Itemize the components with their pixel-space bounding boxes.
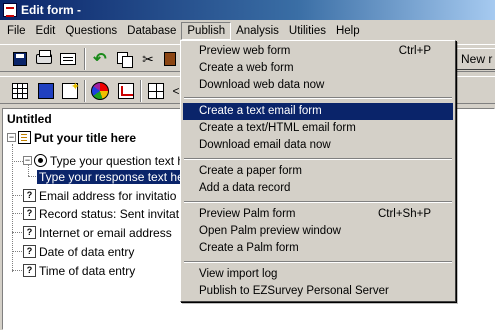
field-icon: ? — [23, 264, 36, 277]
copy-icon — [117, 52, 133, 68]
menu-item-download-email-data[interactable]: Download email data now — [183, 137, 453, 154]
field-icon: ? — [23, 207, 36, 220]
menu-separator — [184, 97, 452, 99]
pie-chart-button[interactable] — [90, 81, 110, 101]
form-icon — [60, 53, 76, 65]
new-item-button[interactable] — [60, 80, 80, 101]
tree-connector — [12, 270, 22, 271]
grid-button[interactable] — [10, 81, 30, 101]
menu-item-publish-ezsurvey-server[interactable]: Publish to EZSurvey Personal Server — [183, 283, 453, 300]
menu-item-preview-web-form[interactable]: Preview web form Ctrl+P — [183, 43, 453, 60]
tree-response[interactable]: Type your response text he — [37, 168, 186, 185]
save-button[interactable] — [10, 49, 30, 69]
paste-icon — [164, 52, 176, 66]
cut-button[interactable]: ✂ — [138, 49, 158, 69]
menu-item-preview-palm-form[interactable]: Preview Palm form Ctrl+Sh+P — [183, 206, 453, 223]
field-icon: ? — [23, 245, 36, 258]
menu-database[interactable]: Database — [122, 22, 181, 40]
radio-question-icon — [34, 154, 47, 167]
menu-bar: File Edit Questions Database Publish Ana… — [0, 21, 495, 41]
menu-item-create-paper-form[interactable]: Create a paper form — [183, 163, 453, 180]
tree-field-date-entry[interactable]: ? Date of data entry — [23, 243, 134, 260]
tree-root[interactable]: Put your title here — [18, 129, 136, 146]
tree-connector — [12, 144, 13, 272]
menu-item-create-palm-form[interactable]: Create a Palm form — [183, 240, 453, 257]
menu-item-download-web-data[interactable]: Download web data now — [183, 77, 453, 94]
arrow-icon: < — [172, 84, 180, 98]
undo-button[interactable]: ↶ — [90, 49, 110, 69]
report-icon — [118, 83, 134, 99]
toolbar-separator — [140, 80, 142, 102]
book-button[interactable] — [36, 81, 56, 101]
form-name: Untitled — [7, 112, 52, 126]
cut-icon: ✂ — [142, 50, 154, 67]
form-button[interactable] — [58, 49, 78, 69]
title-bar: Edit form - — [0, 0, 495, 20]
menu-utilities[interactable]: Utilities — [284, 22, 331, 40]
menu-edit[interactable]: Edit — [31, 22, 61, 40]
frame-icon — [148, 83, 164, 99]
menu-separator — [184, 261, 452, 263]
field-icon: ? — [23, 189, 36, 202]
menu-file[interactable]: File — [2, 22, 31, 40]
copy-button[interactable] — [114, 49, 134, 69]
toolbar-separator — [84, 48, 86, 70]
menu-item-create-text-email-form[interactable]: Create a text email form — [183, 103, 453, 120]
paste-button[interactable] — [160, 49, 180, 69]
tree-connector — [12, 213, 22, 214]
new-button[interactable]: New r — [456, 48, 495, 70]
menu-item-view-import-log[interactable]: View import log — [183, 266, 453, 283]
book-icon — [38, 83, 54, 99]
tree-connector — [12, 161, 23, 162]
new-item-icon — [62, 80, 80, 99]
toolbar-separator — [84, 80, 86, 102]
print-icon — [36, 50, 52, 64]
collapse-question-button[interactable]: − — [23, 156, 32, 165]
tree-field-time-entry[interactable]: ? Time of data entry — [23, 262, 135, 279]
menu-help[interactable]: Help — [331, 22, 365, 40]
window-title: Edit form - — [21, 3, 81, 17]
tree-connector — [12, 195, 22, 196]
tree-connector — [12, 251, 22, 252]
print-button[interactable] — [34, 49, 54, 69]
menu-publish[interactable]: Publish — [181, 22, 232, 40]
tree-field-internet-address[interactable]: ? Internet or email address — [23, 224, 172, 241]
menu-separator — [184, 201, 452, 203]
menu-item-create-html-email-form[interactable]: Create a text/HTML email form — [183, 120, 453, 137]
report-button[interactable] — [116, 81, 136, 101]
pie-chart-icon — [91, 82, 109, 100]
collapse-root-button[interactable]: − — [7, 133, 16, 142]
menu-questions[interactable]: Questions — [60, 22, 122, 40]
document-icon — [18, 131, 31, 144]
menu-separator — [184, 158, 452, 160]
publish-menu: Preview web form Ctrl+P Create a web form… — [180, 40, 456, 302]
menu-analysis[interactable]: Analysis — [231, 22, 284, 40]
tree-field-record-status[interactable]: ? Record status: Sent invitat — [23, 205, 179, 222]
grid-icon — [12, 83, 28, 99]
tree-question[interactable]: Type your question text h — [34, 152, 184, 169]
app-icon — [3, 3, 17, 17]
tree-field-email-invitation[interactable]: ? Email address for invitatio — [23, 187, 176, 204]
field-icon: ? — [23, 226, 36, 239]
menu-item-create-web-form[interactable]: Create a web form — [183, 60, 453, 77]
tree-connector — [12, 232, 22, 233]
undo-icon: ↶ — [93, 51, 107, 68]
frame-button[interactable] — [146, 81, 166, 101]
menu-item-add-data-record[interactable]: Add a data record — [183, 180, 453, 197]
menu-item-open-palm-preview[interactable]: Open Palm preview window — [183, 223, 453, 240]
save-icon — [13, 52, 27, 66]
